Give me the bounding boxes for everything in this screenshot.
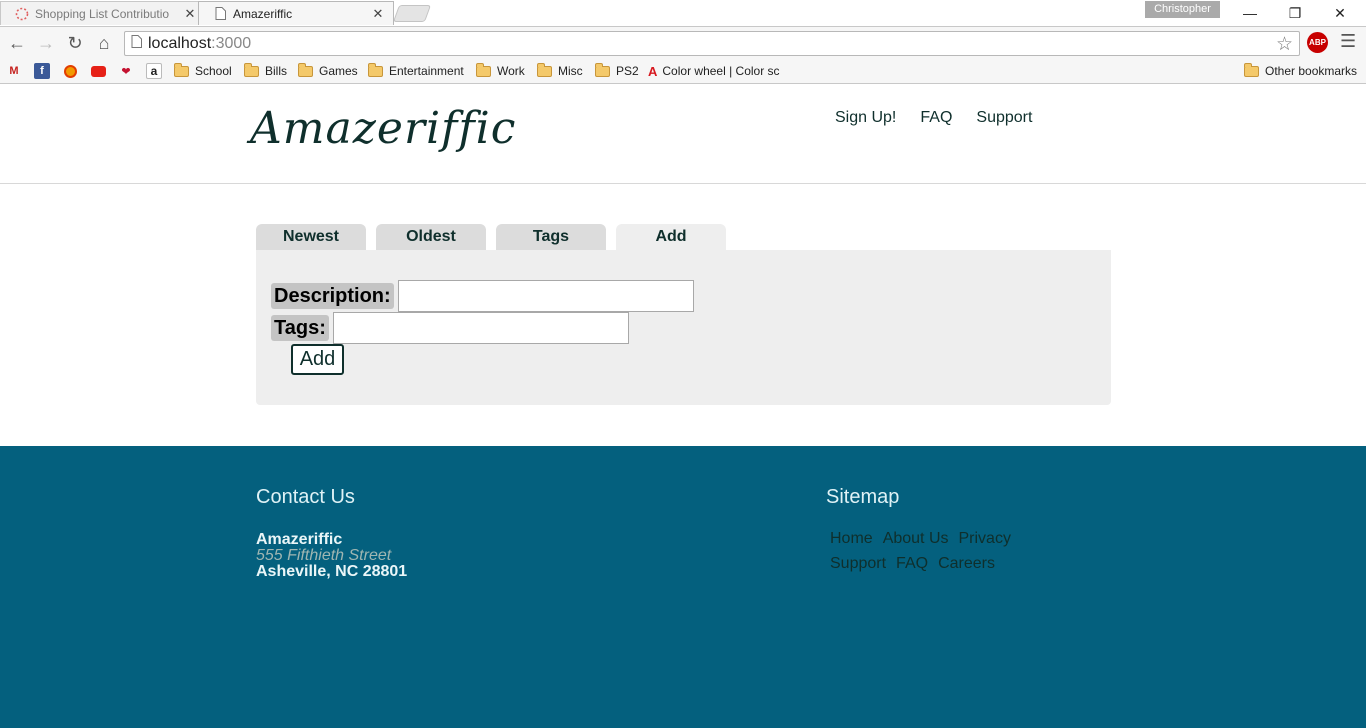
sitemap-home-link[interactable]: Home [830, 530, 873, 548]
page-icon [131, 34, 142, 53]
bookmark-label: PS2 [616, 64, 639, 78]
folder-icon [368, 62, 383, 77]
tab-title: Shopping List Contributio [35, 6, 170, 21]
bookmark-school[interactable]: School [174, 62, 232, 80]
bookmark-star-icon[interactable]: ☆ [1276, 33, 1293, 56]
top-nav: Sign Up! FAQ Support [835, 109, 1032, 127]
tab-close-icon[interactable]: ✕ [181, 6, 199, 22]
orange-circle-icon[interactable] [62, 63, 78, 79]
home-icon[interactable]: ⌂ [93, 33, 115, 53]
site-footer: Contact Us Amazeriffic 555 Fifthieth Str… [0, 446, 1366, 728]
tags-input[interactable] [332, 312, 629, 344]
facebook-icon[interactable]: f [34, 63, 50, 79]
site-header: Amazeriffic Sign Up! FAQ Support [0, 85, 1366, 184]
bookmark-label: Color wheel | Color sc [662, 64, 780, 78]
tab-title: Amazeriffic [233, 6, 293, 21]
back-icon[interactable]: ← [6, 33, 28, 53]
sitemap-careers-link[interactable]: Careers [938, 555, 995, 573]
company-name: Amazeriffic [256, 531, 343, 548]
bookmark-color-wheel[interactable]: A Color wheel | Color sc [648, 62, 784, 80]
restore-icon[interactable]: ❐ [1275, 2, 1315, 24]
tab-add[interactable]: Add [616, 224, 726, 250]
add-button[interactable]: Add [291, 344, 344, 375]
sitemap-links: Home About Us Privacy Support FAQ Career… [830, 530, 1011, 580]
content-tabs: Newest Oldest Tags Add [256, 224, 726, 250]
browser-tab-shopping-list[interactable]: Shopping List Contributio ✕ [0, 1, 206, 25]
nav-sign-up-link[interactable]: Sign Up! [835, 109, 896, 127]
new-tab-button[interactable] [392, 5, 432, 22]
folder-icon [298, 62, 313, 77]
bookmark-misc[interactable]: Misc [537, 62, 583, 80]
bookmark-entertainment[interactable]: Entertainment [368, 62, 464, 80]
profile-button[interactable]: Christopher [1145, 1, 1220, 18]
folder-icon [244, 62, 259, 77]
bookmark-label: School [195, 64, 232, 78]
page-viewport: Amazeriffic Sign Up! FAQ Support Newest … [0, 85, 1366, 728]
page-icon [213, 7, 227, 21]
description-label: Description: [271, 283, 394, 309]
sitemap-support-link[interactable]: Support [830, 555, 886, 573]
bookmark-label: Bills [265, 64, 288, 78]
sitemap-faq-link[interactable]: FAQ [896, 555, 928, 573]
tab-tags[interactable]: Tags [496, 224, 606, 250]
bookmark-work[interactable]: Work [476, 62, 525, 80]
add-panel: Description: Tags: Add [256, 250, 1111, 405]
main-content: Newest Oldest Tags Add Description: Tags… [0, 184, 1366, 446]
url-port: :3000 [211, 34, 252, 52]
bookmark-label: Work [497, 64, 525, 78]
red-bird-icon[interactable]: ❤ [118, 63, 134, 79]
bookmark-label: Misc [558, 64, 583, 78]
browser-tab-amazeriffic[interactable]: Amazeriffic ✕ [198, 1, 394, 25]
folder-icon [174, 62, 189, 77]
bookmark-label: Entertainment [389, 64, 464, 78]
forward-icon[interactable]: → [35, 33, 57, 53]
bookmarks-bar: M f ❤ a School Bills Games Entertainment… [0, 58, 1366, 84]
site-logo: Amazeriffic [250, 103, 517, 154]
address-bar[interactable]: localhost:3000 ☆ [124, 31, 1300, 56]
bookmark-label: Games [319, 64, 358, 78]
folder-icon [537, 62, 552, 77]
other-bookmarks[interactable]: Other bookmarks [1244, 62, 1357, 80]
tab-close-icon[interactable]: ✕ [369, 6, 387, 22]
bookmark-label: Other bookmarks [1265, 64, 1358, 78]
contact-address: Amazeriffic 555 Fifthieth Street Ashevil… [256, 532, 407, 580]
tags-row: Tags: [271, 312, 629, 344]
sitemap-about-link[interactable]: About Us [883, 530, 949, 548]
gmail-icon[interactable]: M [6, 63, 22, 79]
minimize-icon[interactable]: — [1230, 2, 1270, 24]
tab-newest[interactable]: Newest [256, 224, 366, 250]
folder-icon [1244, 62, 1259, 77]
sitemap-privacy-link[interactable]: Privacy [959, 530, 1011, 548]
bookmark-games[interactable]: Games [298, 62, 358, 80]
description-row: Description: [271, 280, 694, 312]
bookmark-bills[interactable]: Bills [244, 62, 287, 80]
browser-toolbar: ← → ↻ ⌂ localhost:3000 ☆ ABP ☰ [0, 26, 1366, 58]
city-address: Asheville, NC 28801 [256, 563, 408, 580]
loading-spinner-icon [15, 7, 29, 21]
contact-title: Contact Us [256, 486, 355, 508]
bookmark-ps2[interactable]: PS2 [595, 62, 639, 80]
description-input[interactable] [397, 280, 694, 312]
nav-support-link[interactable]: Support [976, 109, 1032, 127]
reload-icon[interactable]: ↻ [64, 33, 86, 53]
tab-oldest[interactable]: Oldest [376, 224, 486, 250]
street-address: 555 Fifthieth Street [256, 547, 392, 564]
tags-label: Tags: [271, 315, 329, 341]
url-host: localhost [148, 34, 212, 52]
sitemap-title: Sitemap [826, 486, 900, 508]
window-close-icon[interactable]: ✕ [1320, 2, 1360, 24]
youtube-icon[interactable] [90, 63, 106, 79]
amazon-icon[interactable]: a [146, 63, 162, 79]
nav-faq-link[interactable]: FAQ [920, 109, 952, 127]
browser-titlebar: Shopping List Contributio ✕ Amazeriffic … [0, 0, 1366, 26]
folder-icon [476, 62, 491, 77]
chrome-menu-icon[interactable]: ☰ [1340, 31, 1356, 52]
folder-icon [595, 62, 610, 77]
adobe-icon: A [648, 63, 658, 79]
adblock-plus-icon[interactable]: ABP [1307, 32, 1328, 53]
